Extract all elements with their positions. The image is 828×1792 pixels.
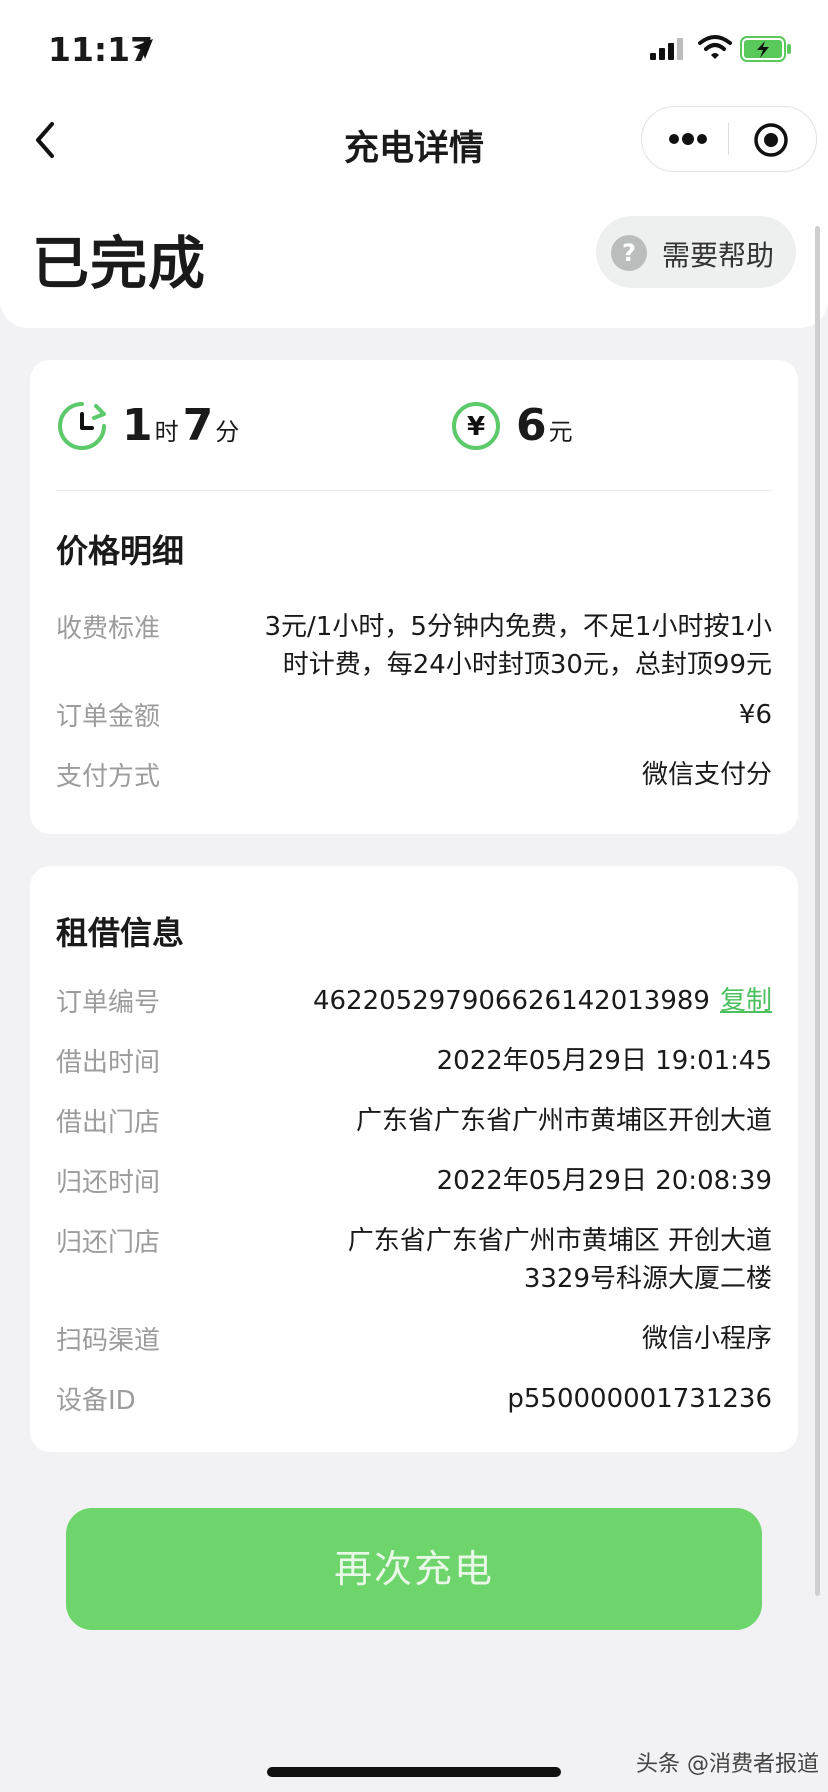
borrow-time-label: 借出时间 [56, 1048, 161, 1078]
yen-icon: ¥ [452, 402, 500, 450]
return-store-value: 广东省广东省广州市黄埔区 开创大道 3329号科源大厦二楼 [348, 1222, 772, 1298]
return-time-value: 2022年05月29日 20:08:39 [436, 1166, 772, 1196]
order-number-label: 订单编号 [56, 988, 161, 1018]
order-number-value: 462205297906626142013989 复制 [313, 982, 772, 1020]
watermark: 头条 @消费者报道 [636, 1752, 819, 1777]
device-id-label: 设备ID [56, 1386, 136, 1416]
scrollbar[interactable] [815, 226, 820, 1596]
borrow-store-label: 借出门店 [56, 1108, 161, 1138]
return-time-label: 归还时间 [56, 1168, 161, 1198]
order-number-text: 462205297906626142013989 [312, 986, 710, 1016]
return-store-line1: 广东省广东省广州市黄埔区 开创大道 [347, 1226, 772, 1256]
capsule-divider [728, 123, 729, 155]
copy-link[interactable]: 复制 [720, 986, 772, 1016]
row-device-id: 设备ID p550000001731236 [56, 1380, 772, 1420]
rental-card: 租借信息 订单编号 462205297906626142013989 复制 借出时… [30, 866, 798, 1452]
row-borrow-time: 借出时间 2022年05月29日 19:01:45 [56, 1042, 772, 1082]
status-bar: 11:17 [0, 0, 828, 100]
payment-method-label: 支付方式 [56, 762, 161, 792]
fee-standard-value: 3元/1小时，5分钟内免费，不足1小时按1小 时计费，每24小时封顶30元，总封… [265, 608, 772, 684]
order-amount-value: ¥6 [738, 700, 772, 730]
cellular-signal-icon [650, 38, 683, 60]
target-circle-icon[interactable] [752, 121, 790, 159]
row-order-amount: 订单金额 ¥6 [56, 696, 772, 736]
navigation-bar: 充电详情 [0, 100, 828, 180]
svg-text:¥: ¥ [467, 412, 485, 442]
row-order-number: 订单编号 462205297906626142013989 复制 [56, 982, 772, 1022]
row-return-time: 归还时间 2022年05月29日 20:08:39 [56, 1162, 772, 1202]
scan-channel-label: 扫码渠道 [56, 1326, 161, 1356]
price-card: 1时7分 ¥ 6元 价格明细 收费标准 3元/1小时，5分钟内免费，不足1小时按… [30, 360, 798, 834]
return-store-line2: 3329号科源大厦二楼 [523, 1264, 772, 1294]
order-status-title: 已完成 [32, 231, 206, 297]
header-area: 11:17 充电详情 已完成 ? 需要帮助 [0, 0, 828, 328]
payment-method-value: 微信支付分 [641, 760, 772, 790]
charging-amount: 6元 [516, 400, 577, 451]
svg-text:?: ? [622, 239, 636, 267]
order-amount-label: 订单金额 [56, 702, 161, 732]
help-button[interactable]: ? 需要帮助 [596, 216, 796, 288]
help-label: 需要帮助 [662, 239, 775, 272]
recharge-again-button[interactable]: 再次充电 [66, 1508, 762, 1630]
question-icon: ? [611, 235, 647, 271]
battery-charging-icon [740, 36, 791, 62]
location-arrow-icon [133, 39, 153, 59]
row-return-store: 归还门店 广东省广东省广州市黄埔区 开创大道 3329号科源大厦二楼 [56, 1222, 772, 1302]
amount-unit: 元 [548, 418, 573, 446]
clock-icon [58, 402, 106, 450]
fee-standard-line1: 3元/1小时，5分钟内免费，不足1小时按1小 [264, 612, 772, 642]
row-payment-method: 支付方式 微信支付分 [56, 756, 772, 796]
fee-standard-label: 收费标准 [56, 614, 161, 644]
home-indicator[interactable] [267, 1767, 561, 1777]
summary-row: 1时7分 ¥ 6元 [30, 360, 798, 490]
duration-minute-unit: 分 [215, 418, 240, 446]
amount-value: 6 [516, 400, 547, 451]
price-details-title: 价格明细 [56, 532, 185, 570]
duration-minutes: 7 [182, 400, 214, 451]
row-fee-standard: 收费标准 3元/1小时，5分钟内免费，不足1小时按1小 时计费，每24小时封顶3… [56, 608, 772, 684]
scan-channel-value: 微信小程序 [641, 1324, 772, 1354]
device-id-value: p550000001731236 [507, 1384, 772, 1414]
fee-standard-line2: 时计费，每24小时封顶30元，总封顶99元 [282, 650, 772, 680]
borrow-store-value: 广东省广东省广州市黄埔区开创大道 [355, 1106, 772, 1136]
row-borrow-store: 借出门店 广东省广东省广州市黄埔区开创大道 [56, 1102, 772, 1142]
miniprogram-capsule [641, 106, 817, 172]
charging-duration: 1时7分 [122, 400, 243, 451]
row-scan-channel: 扫码渠道 微信小程序 [56, 1320, 772, 1360]
wifi-icon [698, 35, 732, 59]
return-store-label: 归还门店 [56, 1228, 161, 1258]
duration-hour-unit: 时 [154, 418, 179, 446]
duration-hours: 1 [122, 400, 153, 451]
borrow-time-value: 2022年05月29日 19:01:45 [436, 1046, 772, 1076]
summary-divider [56, 490, 772, 491]
rental-info-title: 租借信息 [56, 914, 185, 952]
more-dots-icon[interactable] [666, 127, 710, 151]
